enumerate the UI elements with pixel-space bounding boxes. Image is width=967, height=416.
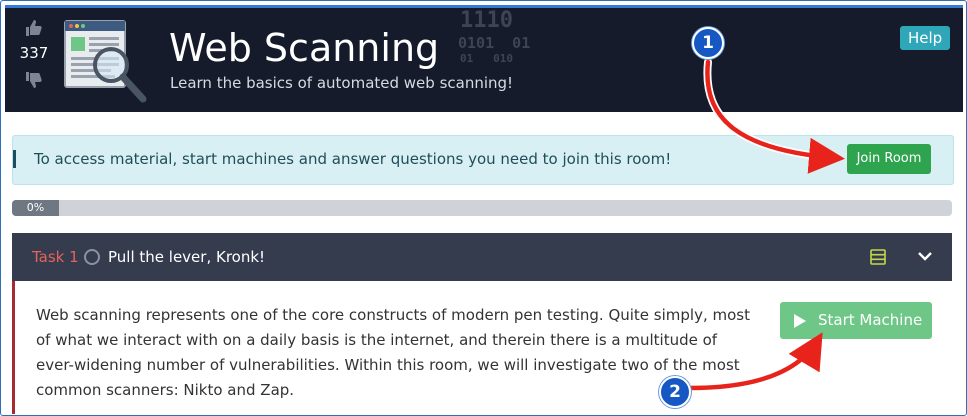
- task-1-body: Web scanning represents one of the core …: [12, 281, 955, 414]
- room-subtitle: Learn the basics of automated web scanni…: [170, 74, 514, 92]
- task-1-header[interactable]: Task 1 Pull the lever, Kronk!: [12, 233, 952, 281]
- room-header: 337 1110 0101 01 01 010 Web Scanning Lea…: [5, 5, 963, 112]
- vote-count: 337: [19, 44, 49, 62]
- chevron-down-icon[interactable]: [916, 247, 934, 265]
- web-scanning-room-icon: [64, 20, 147, 103]
- room-progress-bar: 0%: [12, 200, 952, 216]
- server-list-icon[interactable]: [870, 249, 886, 265]
- vote-panel: 337: [19, 18, 49, 90]
- task-status-circle-icon: [84, 249, 100, 265]
- thumbs-up-icon[interactable]: [24, 18, 44, 38]
- help-button[interactable]: Help: [900, 26, 951, 50]
- task-title: Pull the lever, Kronk!: [108, 248, 266, 266]
- task-description: Web scanning represents one of the core …: [36, 306, 750, 399]
- start-machine-button[interactable]: Start Machine: [780, 302, 932, 339]
- binary-line: 01 010: [460, 52, 513, 65]
- play-icon: [794, 314, 806, 328]
- binary-line: 0101 01: [458, 34, 531, 52]
- task-number: Task 1: [32, 248, 79, 266]
- binary-decoration: 1110 0101 01 01 010: [458, 8, 531, 65]
- progress-fill: 0%: [12, 200, 59, 216]
- start-machine-label: Start Machine: [818, 311, 923, 329]
- room-title: Web Scanning: [169, 26, 440, 70]
- join-room-message: To access material, start machines and a…: [34, 150, 672, 168]
- thumbs-down-icon[interactable]: [24, 70, 44, 90]
- binary-line: 1110: [460, 8, 513, 33]
- join-room-button[interactable]: Join Room: [847, 144, 931, 174]
- join-room-banner: To access material, start machines and a…: [12, 135, 954, 185]
- annotation-badge-1: 1: [692, 27, 724, 59]
- banner-accent-bar: [13, 150, 16, 168]
- annotation-badge-2: 2: [659, 376, 691, 408]
